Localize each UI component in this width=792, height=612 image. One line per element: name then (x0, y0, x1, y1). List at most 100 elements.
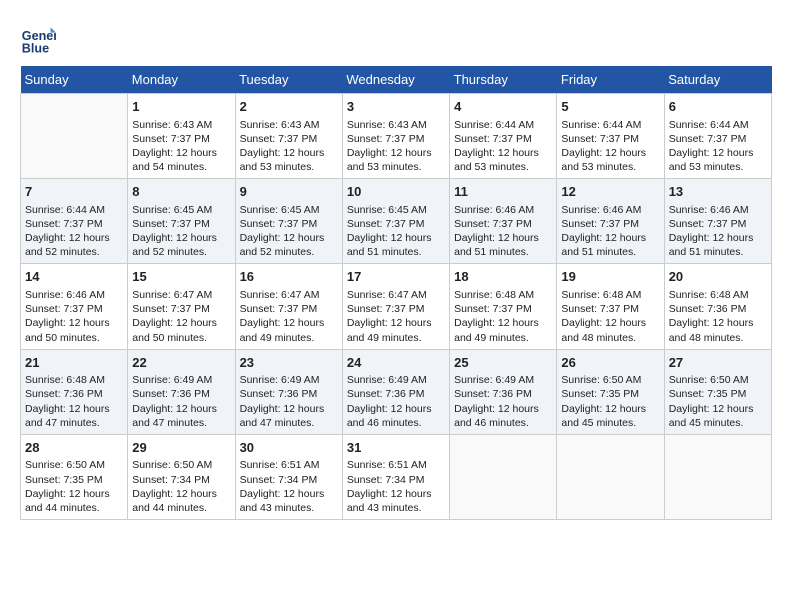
day-number: 30 (240, 439, 338, 457)
weekday-monday: Monday (128, 66, 235, 94)
day-number: 9 (240, 183, 338, 201)
day-number: 2 (240, 98, 338, 116)
calendar-cell: 31Sunrise: 6:51 AMSunset: 7:34 PMDayligh… (342, 434, 449, 519)
day-number: 13 (669, 183, 767, 201)
day-info: Sunrise: 6:44 AMSunset: 7:37 PMDaylight:… (669, 118, 767, 175)
weekday-sunday: Sunday (21, 66, 128, 94)
calendar-cell: 21Sunrise: 6:48 AMSunset: 7:36 PMDayligh… (21, 349, 128, 434)
calendar-cell: 25Sunrise: 6:49 AMSunset: 7:36 PMDayligh… (450, 349, 557, 434)
day-info: Sunrise: 6:43 AMSunset: 7:37 PMDaylight:… (347, 118, 445, 175)
weekday-friday: Friday (557, 66, 664, 94)
day-number: 8 (132, 183, 230, 201)
day-info: Sunrise: 6:48 AMSunset: 7:37 PMDaylight:… (561, 288, 659, 345)
day-info: Sunrise: 6:46 AMSunset: 7:37 PMDaylight:… (454, 203, 552, 260)
page-header: General Blue (20, 20, 772, 56)
calendar-cell: 15 Sunrise: 6:47 AMSunset: 7:37 PMDayligh… (128, 264, 235, 349)
weekday-tuesday: Tuesday (235, 66, 342, 94)
day-info: Sunrise: 6:43 AMSunset: 7:37 PMDaylight:… (132, 118, 230, 175)
day-info: Sunrise: 6:51 AMSunset: 7:34 PMDaylight:… (240, 458, 338, 515)
calendar-cell: 16 Sunrise: 6:47 AMSunset: 7:37 PMDayligh… (235, 264, 342, 349)
calendar-cell: 12 Sunrise: 6:46 AMSunset: 7:37 PMDayligh… (557, 179, 664, 264)
calendar-cell: 10 Sunrise: 6:45 AMSunset: 7:37 PMDayligh… (342, 179, 449, 264)
day-number: 29 (132, 439, 230, 457)
calendar-cell: 23Sunrise: 6:49 AMSunset: 7:36 PMDayligh… (235, 349, 342, 434)
day-number: 6 (669, 98, 767, 116)
day-info: Sunrise: 6:45 AMSunset: 7:37 PMDaylight:… (132, 203, 230, 260)
day-number: 12 (561, 183, 659, 201)
weekday-header-row: SundayMondayTuesdayWednesdayThursdayFrid… (21, 66, 772, 94)
calendar-cell: 14 Sunrise: 6:46 AMSunset: 7:37 PMDayligh… (21, 264, 128, 349)
day-number: 20 (669, 268, 767, 286)
day-info: Sunrise: 6:49 AMSunset: 7:36 PMDaylight:… (132, 373, 230, 430)
calendar-cell: 3 Sunrise: 6:43 AMSunset: 7:37 PMDaylight… (342, 94, 449, 179)
svg-text:Blue: Blue (22, 41, 49, 55)
day-info: Sunrise: 6:43 AMSunset: 7:37 PMDaylight:… (240, 118, 338, 175)
day-number: 21 (25, 354, 123, 372)
calendar-cell: 13 Sunrise: 6:46 AMSunset: 7:37 PMDayligh… (664, 179, 771, 264)
day-info: Sunrise: 6:46 AMSunset: 7:37 PMDaylight:… (561, 203, 659, 260)
day-number: 26 (561, 354, 659, 372)
day-info: Sunrise: 6:49 AMSunset: 7:36 PMDaylight:… (240, 373, 338, 430)
calendar-cell: 28Sunrise: 6:50 AMSunset: 7:35 PMDayligh… (21, 434, 128, 519)
calendar-cell: 22Sunrise: 6:49 AMSunset: 7:36 PMDayligh… (128, 349, 235, 434)
day-info: Sunrise: 6:50 AMSunset: 7:34 PMDaylight:… (132, 458, 230, 515)
day-info: Sunrise: 6:46 AMSunset: 7:37 PMDaylight:… (25, 288, 123, 345)
day-number: 10 (347, 183, 445, 201)
week-row-2: 7 Sunrise: 6:44 AMSunset: 7:37 PMDaylight… (21, 179, 772, 264)
day-info: Sunrise: 6:47 AMSunset: 7:37 PMDaylight:… (240, 288, 338, 345)
day-info: Sunrise: 6:44 AMSunset: 7:37 PMDaylight:… (25, 203, 123, 260)
day-number: 18 (454, 268, 552, 286)
calendar-cell (557, 434, 664, 519)
day-info: Sunrise: 6:45 AMSunset: 7:37 PMDaylight:… (347, 203, 445, 260)
day-info: Sunrise: 6:49 AMSunset: 7:36 PMDaylight:… (454, 373, 552, 430)
day-info: Sunrise: 6:50 AMSunset: 7:35 PMDaylight:… (561, 373, 659, 430)
calendar-cell: 4Sunrise: 6:44 AMSunset: 7:37 PMDaylight… (450, 94, 557, 179)
calendar-cell: 1 Sunrise: 6:43 AMSunset: 7:37 PMDaylight… (128, 94, 235, 179)
calendar-cell: 9 Sunrise: 6:45 AMSunset: 7:37 PMDaylight… (235, 179, 342, 264)
week-row-1: 1 Sunrise: 6:43 AMSunset: 7:37 PMDaylight… (21, 94, 772, 179)
day-info: Sunrise: 6:51 AMSunset: 7:34 PMDaylight:… (347, 458, 445, 515)
calendar-cell: 26Sunrise: 6:50 AMSunset: 7:35 PMDayligh… (557, 349, 664, 434)
calendar-cell: 18 Sunrise: 6:48 AMSunset: 7:37 PMDayligh… (450, 264, 557, 349)
weekday-saturday: Saturday (664, 66, 771, 94)
day-info: Sunrise: 6:48 AMSunset: 7:36 PMDaylight:… (669, 288, 767, 345)
day-number: 27 (669, 354, 767, 372)
day-info: Sunrise: 6:50 AMSunset: 7:35 PMDaylight:… (25, 458, 123, 515)
calendar-cell: 27Sunrise: 6:50 AMSunset: 7:35 PMDayligh… (664, 349, 771, 434)
calendar-cell: 29Sunrise: 6:50 AMSunset: 7:34 PMDayligh… (128, 434, 235, 519)
day-number: 23 (240, 354, 338, 372)
day-number: 7 (25, 183, 123, 201)
day-info: Sunrise: 6:49 AMSunset: 7:36 PMDaylight:… (347, 373, 445, 430)
day-info: Sunrise: 6:46 AMSunset: 7:37 PMDaylight:… (669, 203, 767, 260)
day-info: Sunrise: 6:47 AMSunset: 7:37 PMDaylight:… (347, 288, 445, 345)
day-number: 5 (561, 98, 659, 116)
calendar-cell (450, 434, 557, 519)
calendar-cell: 24Sunrise: 6:49 AMSunset: 7:36 PMDayligh… (342, 349, 449, 434)
day-info: Sunrise: 6:44 AMSunset: 7:37 PMDaylight:… (454, 118, 552, 175)
day-number: 28 (25, 439, 123, 457)
week-row-5: 28Sunrise: 6:50 AMSunset: 7:35 PMDayligh… (21, 434, 772, 519)
day-info: Sunrise: 6:48 AMSunset: 7:36 PMDaylight:… (25, 373, 123, 430)
day-number: 3 (347, 98, 445, 116)
day-info: Sunrise: 6:47 AMSunset: 7:37 PMDaylight:… (132, 288, 230, 345)
calendar-cell (21, 94, 128, 179)
logo-icon: General Blue (20, 20, 56, 56)
day-number: 14 (25, 268, 123, 286)
day-number: 15 (132, 268, 230, 286)
day-number: 1 (132, 98, 230, 116)
day-info: Sunrise: 6:45 AMSunset: 7:37 PMDaylight:… (240, 203, 338, 260)
day-number: 11 (454, 183, 552, 201)
calendar-cell: 5 Sunrise: 6:44 AMSunset: 7:37 PMDaylight… (557, 94, 664, 179)
day-info: Sunrise: 6:48 AMSunset: 7:37 PMDaylight:… (454, 288, 552, 345)
calendar-cell: 8 Sunrise: 6:45 AMSunset: 7:37 PMDaylight… (128, 179, 235, 264)
calendar-table: SundayMondayTuesdayWednesdayThursdayFrid… (20, 66, 772, 520)
calendar-cell: 7 Sunrise: 6:44 AMSunset: 7:37 PMDaylight… (21, 179, 128, 264)
day-info: Sunrise: 6:44 AMSunset: 7:37 PMDaylight:… (561, 118, 659, 175)
day-number: 16 (240, 268, 338, 286)
weekday-wednesday: Wednesday (342, 66, 449, 94)
calendar-cell: 6 Sunrise: 6:44 AMSunset: 7:37 PMDaylight… (664, 94, 771, 179)
day-number: 25 (454, 354, 552, 372)
logo: General Blue (20, 20, 60, 56)
week-row-4: 21Sunrise: 6:48 AMSunset: 7:36 PMDayligh… (21, 349, 772, 434)
calendar-body: 1 Sunrise: 6:43 AMSunset: 7:37 PMDaylight… (21, 94, 772, 520)
